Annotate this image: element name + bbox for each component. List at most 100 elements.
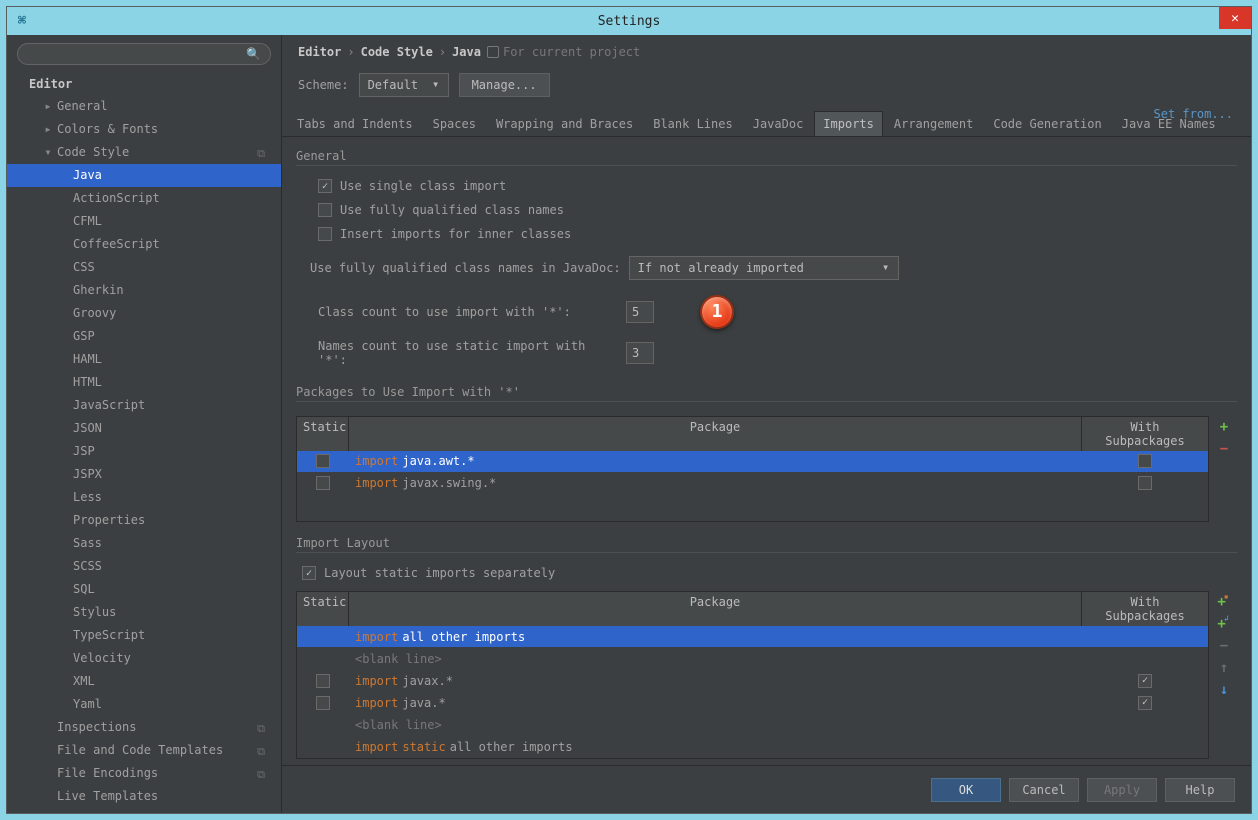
section-packages: Packages to Use Import with '*' xyxy=(296,381,1237,402)
sidebar-item-file-types[interactable]: File Types xyxy=(7,808,281,813)
table-row[interactable]: import javax.swing.* xyxy=(297,473,1208,495)
sidebar-item-jspx[interactable]: JSPX xyxy=(7,463,281,486)
class-count-field[interactable] xyxy=(626,301,654,323)
tab-javadoc[interactable]: JavaDoc xyxy=(744,111,813,136)
label-class-count: Class count to use import with '*': xyxy=(318,305,618,319)
cancel-button[interactable]: Cancel xyxy=(1009,778,1079,802)
names-count-field[interactable] xyxy=(626,342,654,364)
checkbox-layout-static-separately[interactable] xyxy=(302,566,316,580)
breadcrumb-editor: Editor xyxy=(298,45,341,59)
sidebar-item-sql[interactable]: SQL xyxy=(7,578,281,601)
search-input[interactable] xyxy=(17,43,271,65)
packages-table[interactable]: Static Package With Subpackages import j… xyxy=(296,416,1209,522)
close-button[interactable]: ✕ xyxy=(1219,7,1251,29)
subpackages-checkbox[interactable] xyxy=(1138,674,1152,688)
table-row[interactable]: import all other imports xyxy=(297,626,1208,648)
checkbox-single-class-import[interactable] xyxy=(318,179,332,193)
static-checkbox[interactable] xyxy=(316,696,330,710)
table-row[interactable]: <blank line> xyxy=(297,648,1208,670)
help-button[interactable]: Help xyxy=(1165,778,1235,802)
table-row[interactable]: import static all other imports xyxy=(297,736,1208,758)
sidebar-item-gsp[interactable]: GSP xyxy=(7,325,281,348)
chevron-right-icon: › xyxy=(439,45,446,59)
static-checkbox[interactable] xyxy=(316,476,330,490)
label-inner-classes: Insert imports for inner classes xyxy=(340,227,571,241)
ok-button[interactable]: OK xyxy=(931,778,1001,802)
sidebar-item-css[interactable]: CSS xyxy=(7,256,281,279)
col-package: Package xyxy=(349,592,1082,626)
subpackages-checkbox[interactable] xyxy=(1138,696,1152,710)
manage-button[interactable]: Manage... xyxy=(459,73,550,97)
sidebar-item-less[interactable]: Less xyxy=(7,486,281,509)
sidebar-item-stylus[interactable]: Stylus xyxy=(7,601,281,624)
app-logo-icon: ⌘ xyxy=(13,12,31,30)
static-checkbox[interactable] xyxy=(316,454,330,468)
remove-layout-button[interactable]: − xyxy=(1215,637,1233,655)
sidebar-item-haml[interactable]: HAML xyxy=(7,348,281,371)
tab-spaces[interactable]: Spaces xyxy=(424,111,485,136)
sidebar-item-java[interactable]: Java xyxy=(7,164,281,187)
sidebar-item-javascript[interactable]: JavaScript xyxy=(7,394,281,417)
tree-arrow-icon: ▸ xyxy=(43,97,53,116)
checkbox-fqcn[interactable] xyxy=(318,203,332,217)
static-checkbox[interactable] xyxy=(316,674,330,688)
remove-package-button[interactable]: − xyxy=(1215,440,1233,458)
add-package-button[interactable]: + xyxy=(1215,418,1233,436)
settings-tree[interactable]: Editor ▸General▸Colors & Fonts▾Code Styl… xyxy=(7,73,281,813)
sidebar-item-general[interactable]: ▸General xyxy=(7,95,281,118)
move-up-button[interactable]: ↑ xyxy=(1215,659,1233,677)
sidebar-item-cfml[interactable]: CFML xyxy=(7,210,281,233)
sidebar-item-xml[interactable]: XML xyxy=(7,670,281,693)
breadcrumb-scope: For current project xyxy=(487,45,640,59)
fqcn-javadoc-select[interactable]: If not already imported ▾ xyxy=(629,256,899,280)
add-blank-line-button[interactable]: +↲ xyxy=(1215,615,1233,633)
sidebar-item-yaml[interactable]: Yaml xyxy=(7,693,281,716)
table-row[interactable]: import java.* xyxy=(297,692,1208,714)
subpackages-checkbox[interactable] xyxy=(1138,454,1152,468)
sidebar-item-json[interactable]: JSON xyxy=(7,417,281,440)
subpackages-checkbox[interactable] xyxy=(1138,476,1152,490)
apply-button[interactable]: Apply xyxy=(1087,778,1157,802)
table-row[interactable]: import javax.* xyxy=(297,670,1208,692)
set-from-link[interactable]: Set from... xyxy=(1154,107,1233,121)
sidebar-item-file-and-code-templates[interactable]: File and Code Templates⧉ xyxy=(7,739,281,762)
tab-imports[interactable]: Imports xyxy=(814,111,883,136)
sidebar-item-live-templates[interactable]: Live Templates xyxy=(7,785,281,808)
sidebar-item-inspections[interactable]: Inspections⧉ xyxy=(7,716,281,739)
sidebar-item-file-encodings[interactable]: File Encodings⧉ xyxy=(7,762,281,785)
imports-pane: General Use single class import Use full… xyxy=(282,137,1251,765)
layout-table[interactable]: Static Package With Subpackages import a… xyxy=(296,591,1209,759)
tab-tabs-and-indents[interactable]: Tabs and Indents xyxy=(288,111,422,136)
sidebar-item-velocity[interactable]: Velocity xyxy=(7,647,281,670)
project-scope-icon: ⧉ xyxy=(257,144,265,163)
sidebar-item-html[interactable]: HTML xyxy=(7,371,281,394)
tab-arrangement[interactable]: Arrangement xyxy=(885,111,982,136)
col-static: Static xyxy=(297,417,349,451)
add-layout-button[interactable]: +▪ xyxy=(1215,593,1233,611)
breadcrumb-codestyle: Code Style xyxy=(361,45,433,59)
sidebar-item-gherkin[interactable]: Gherkin xyxy=(7,279,281,302)
sidebar-item-sass[interactable]: Sass xyxy=(7,532,281,555)
move-down-button[interactable]: ↓ xyxy=(1215,681,1233,699)
scheme-row: Scheme: Default ▾ Manage... xyxy=(282,73,1251,111)
sidebar-item-actionscript[interactable]: ActionScript xyxy=(7,187,281,210)
chevron-right-icon: › xyxy=(347,45,354,59)
scheme-select[interactable]: Default ▾ xyxy=(359,73,449,97)
tree-arrow-icon: ▾ xyxy=(43,143,53,162)
sidebar-item-properties[interactable]: Properties xyxy=(7,509,281,532)
checkbox-inner-classes[interactable] xyxy=(318,227,332,241)
breadcrumb-java: Java xyxy=(452,45,481,59)
tab-blank-lines[interactable]: Blank Lines xyxy=(644,111,741,136)
sidebar-item-code-style[interactable]: ▾Code Style⧉ xyxy=(7,141,281,164)
tab-wrapping-and-braces[interactable]: Wrapping and Braces xyxy=(487,111,642,136)
sidebar-item-coffeescript[interactable]: CoffeeScript xyxy=(7,233,281,256)
sidebar-item-jsp[interactable]: JSP xyxy=(7,440,281,463)
sidebar-item-scss[interactable]: SCSS xyxy=(7,555,281,578)
table-row[interactable]: import java.awt.* xyxy=(297,451,1208,473)
sidebar-item-groovy[interactable]: Groovy xyxy=(7,302,281,325)
sidebar-item-typescript[interactable]: TypeScript xyxy=(7,624,281,647)
table-row[interactable]: <blank line> xyxy=(297,714,1208,736)
tab-code-generation[interactable]: Code Generation xyxy=(984,111,1110,136)
sidebar-item-colors-fonts[interactable]: ▸Colors & Fonts xyxy=(7,118,281,141)
label-fqcn: Use fully qualified class names xyxy=(340,203,564,217)
